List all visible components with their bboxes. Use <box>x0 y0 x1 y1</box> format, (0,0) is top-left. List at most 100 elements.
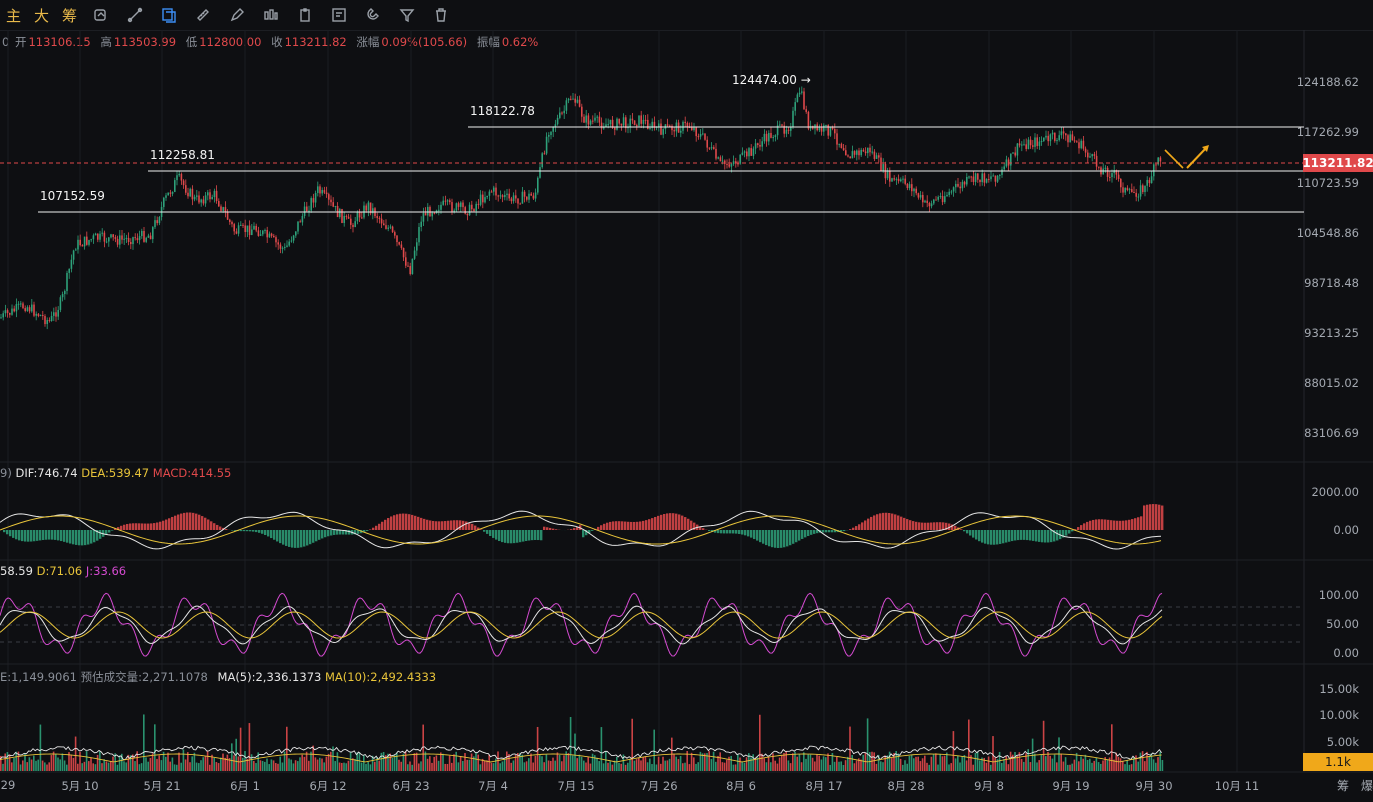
macd-histogram-bar <box>225 529 228 530</box>
macd-histogram-bar <box>1149 504 1152 530</box>
volume-bar <box>389 753 391 771</box>
candle-body <box>59 297 62 310</box>
candle-body <box>77 239 79 250</box>
volume-bar <box>222 753 224 771</box>
trash-icon[interactable] <box>431 5 451 25</box>
volume-bar <box>721 762 724 771</box>
candle-body <box>0 317 2 319</box>
volume-bar <box>402 753 405 771</box>
candle-body <box>871 151 873 153</box>
main-chart-toggle[interactable]: 主 <box>6 5 21 26</box>
volume-bar <box>220 757 222 771</box>
chip-distribution-toggle[interactable]: 筹 <box>62 5 77 26</box>
candle-body <box>358 212 361 218</box>
macd-histogram-bar <box>372 527 375 530</box>
chip-corner-button[interactable]: 筹 <box>1337 777 1349 794</box>
candle-body <box>880 157 882 171</box>
volume-bar <box>895 751 897 771</box>
j-value: J:33.66 <box>85 564 127 578</box>
macd-histogram-bar <box>342 530 345 535</box>
macd-histogram-bar <box>876 514 879 530</box>
candle-body <box>1111 173 1113 178</box>
macd-histogram-bar <box>1065 530 1068 536</box>
volume-bar <box>919 761 922 771</box>
candle-body <box>1142 185 1144 193</box>
filter-icon[interactable] <box>397 5 417 25</box>
candle-body <box>20 303 22 305</box>
macd-histogram-bar <box>729 530 732 534</box>
volume-bar <box>842 764 845 771</box>
pen-icon[interactable] <box>227 5 247 25</box>
candle-body <box>292 235 295 241</box>
volume-bar <box>1056 762 1058 771</box>
macd-histogram-bar <box>417 516 420 530</box>
volume-bar <box>1146 751 1148 771</box>
volume-bar <box>1126 760 1128 771</box>
macd-histogram-bar <box>849 529 852 530</box>
candle-body <box>750 148 752 156</box>
candle-body <box>979 179 981 183</box>
volume-bar <box>316 759 319 771</box>
volume-bar <box>583 760 585 771</box>
volume-bar <box>525 761 528 771</box>
volume-bar <box>272 760 275 771</box>
macd-histogram-bar <box>240 530 243 532</box>
volume-bar <box>468 759 471 771</box>
candle-body <box>50 315 53 322</box>
candle-body <box>796 94 799 103</box>
candle-body <box>891 178 893 182</box>
macd-histogram-bar <box>585 530 588 536</box>
candle-body <box>785 129 788 134</box>
macd-histogram-bar <box>1086 521 1089 530</box>
macd-histogram-bar <box>1005 530 1008 543</box>
volume-bar <box>578 754 581 771</box>
change-value: 0.09%(105.66) <box>381 35 468 49</box>
volume-bar <box>11 762 13 771</box>
volume-bar <box>433 756 435 771</box>
candle-body <box>829 126 832 136</box>
kdj-tick: 50.00 <box>1326 617 1359 631</box>
volume-bar <box>752 754 754 771</box>
large-order-toggle[interactable]: 大 <box>34 5 49 26</box>
candle-body <box>598 116 601 123</box>
dea-value: DEA:539.47 <box>81 466 150 480</box>
volume-bar <box>596 757 598 771</box>
volume-bar <box>712 751 715 771</box>
mid-level-label: 112258.81 <box>150 148 215 162</box>
volume-bar <box>341 762 343 771</box>
macd-histogram-bar <box>708 530 711 531</box>
candle-body <box>138 236 141 241</box>
candle-body <box>992 175 994 177</box>
liquidation-corner-button[interactable]: 爆 <box>1361 777 1373 794</box>
macd-histogram-bar <box>909 520 912 530</box>
candle-body <box>28 307 31 312</box>
candle-reset-icon[interactable] <box>91 5 111 25</box>
macd-histogram-bar <box>363 530 366 533</box>
macd-histogram-bar <box>831 530 834 533</box>
macd-histogram-bar <box>300 530 303 548</box>
draw-line-icon[interactable] <box>125 5 145 25</box>
magnet-icon[interactable] <box>363 5 383 25</box>
macd-histogram-bar <box>384 519 387 530</box>
candle-body <box>805 109 807 112</box>
volume-ma10-line <box>0 753 1162 763</box>
macd-histogram-bar <box>717 530 720 534</box>
ruler-icon[interactable] <box>193 5 213 25</box>
volume-bar <box>534 755 537 771</box>
volume-bar <box>719 752 721 771</box>
candle-body <box>438 209 440 211</box>
note-icon[interactable] <box>329 5 349 25</box>
clipboard-icon[interactable] <box>295 5 315 25</box>
candle-body <box>534 192 537 199</box>
candle-body <box>878 155 880 158</box>
candles-icon[interactable] <box>261 5 281 25</box>
selection-icon[interactable] <box>159 5 179 25</box>
volume-bar <box>644 756 647 771</box>
candle-body <box>1043 137 1045 142</box>
candle-body <box>374 208 376 217</box>
volume-bar <box>985 762 988 771</box>
candle-body <box>422 212 425 222</box>
macd-histogram-bar <box>387 518 390 530</box>
candle-body <box>587 115 590 125</box>
volume-bar <box>1042 720 1045 771</box>
